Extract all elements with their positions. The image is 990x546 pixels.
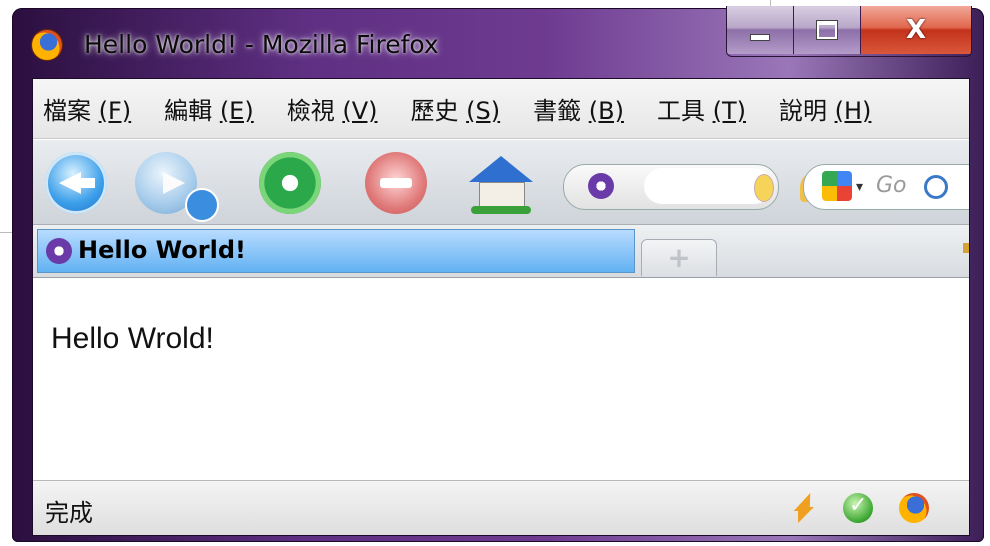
search-box[interactable]: ▾ Go	[803, 164, 969, 210]
menu-file[interactable]: 檔案 (F)	[43, 91, 131, 126]
address-bar[interactable]	[563, 164, 820, 210]
menu-tools[interactable]: 工具 (T)	[657, 91, 746, 126]
tab-favicon-icon	[46, 238, 72, 264]
caption-buttons: X	[726, 6, 972, 57]
status-bar: 完成	[33, 480, 969, 535]
tab-scroll-indicator[interactable]	[963, 243, 969, 253]
navigation-toolbar: ▾ Go	[33, 140, 969, 225]
minimize-icon	[750, 33, 770, 41]
new-tab-button[interactable]: +	[641, 239, 717, 276]
google-icon[interactable]	[822, 171, 852, 201]
maximize-button[interactable]	[793, 6, 860, 54]
search-icon[interactable]	[924, 175, 948, 199]
tab-bar: Hello World! +	[33, 225, 969, 278]
menu-bookmarks[interactable]: 書籤 (B)	[533, 91, 624, 126]
chevron-down-icon[interactable]: ▾	[856, 179, 863, 195]
menu-edit[interactable]: 編輯 (E)	[164, 91, 254, 126]
menu-history[interactable]: 歷史 (S)	[411, 91, 501, 126]
browser-client-area: 檔案 (F) 編輯 (E) 檢視 (V) 歷史 (S) 書籤 (B) 工具 (T…	[32, 78, 970, 536]
reload-icon[interactable]	[259, 152, 321, 214]
checkmark-icon[interactable]	[843, 493, 873, 523]
status-text: 完成	[45, 499, 93, 527]
firefox-status-icon[interactable]	[899, 493, 929, 523]
page-content: Hello Wrold!	[33, 278, 969, 478]
menu-view[interactable]: 檢視 (V)	[287, 91, 378, 126]
lightbulb-icon	[754, 174, 774, 202]
back-icon[interactable]	[45, 152, 107, 214]
menu-bar: 檔案 (F) 編輯 (E) 檢視 (V) 歷史 (S) 書籤 (B) 工具 (T…	[33, 79, 969, 139]
site-favicon-icon	[588, 173, 614, 199]
forward-history-dropdown-icon[interactable]	[185, 188, 219, 222]
page-text: Hello Wrold!	[51, 322, 214, 355]
close-button[interactable]: X	[860, 6, 971, 54]
title-bar[interactable]: Hello World! - Mozilla Firefox X	[12, 6, 984, 78]
minimize-button[interactable]	[727, 6, 793, 54]
firefox-icon[interactable]	[32, 30, 62, 60]
url-input[interactable]	[644, 168, 820, 204]
stop-icon[interactable]	[365, 152, 427, 214]
maximize-icon	[817, 21, 837, 39]
home-icon[interactable]	[465, 148, 535, 216]
close-icon: X	[905, 15, 927, 45]
menu-help[interactable]: 說明 (H)	[779, 91, 871, 126]
tab-hello-world[interactable]: Hello World!	[37, 229, 635, 273]
window-title: Hello World! - Mozilla Firefox	[84, 30, 439, 59]
lightning-icon[interactable]	[789, 493, 819, 523]
search-input[interactable]: Go	[876, 173, 907, 198]
browser-window: Hello World! - Mozilla Firefox X 檔案 (F) …	[12, 6, 984, 542]
tab-label: Hello World!	[78, 236, 246, 264]
